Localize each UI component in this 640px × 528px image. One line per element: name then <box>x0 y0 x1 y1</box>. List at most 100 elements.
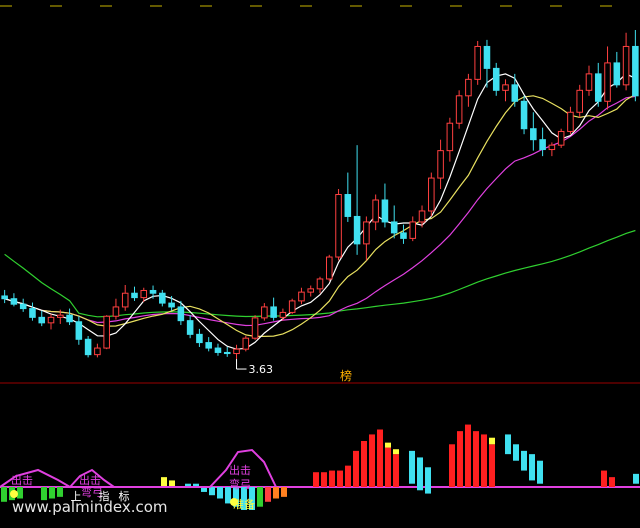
indicator-bar <box>513 444 519 461</box>
candle-up <box>112 306 120 317</box>
candle-down <box>75 321 83 340</box>
indicator-bar <box>161 477 167 487</box>
candle-down <box>223 351 231 355</box>
indicator-bar <box>601 470 607 487</box>
candle-up <box>567 111 574 132</box>
candle-up <box>446 122 454 152</box>
indicator-bar <box>369 434 375 487</box>
candle-up <box>298 291 305 302</box>
indicator-bar <box>393 454 399 487</box>
low-price-annotation: 3.63 <box>249 363 273 376</box>
candle-up <box>94 347 101 356</box>
indicator-bar <box>49 487 55 499</box>
indicator-bar <box>17 487 23 499</box>
indicator-bar <box>425 467 431 494</box>
candle-up <box>604 62 611 102</box>
candle-down <box>159 292 166 304</box>
candle-down <box>530 128 537 141</box>
indicator-annotation: 出击 <box>79 473 101 487</box>
candle-up <box>233 348 240 355</box>
indicator-annotation: 弯弓 <box>229 477 251 491</box>
candle-up <box>316 278 324 290</box>
indicator-bar <box>481 434 487 487</box>
candle-up <box>335 194 342 258</box>
candle-down <box>29 308 36 318</box>
indicator-bar <box>529 454 535 481</box>
candle-down <box>594 73 602 102</box>
candle-down <box>196 333 203 344</box>
candle-up <box>576 89 583 113</box>
candle-up <box>103 315 110 349</box>
candle-up <box>548 144 556 151</box>
candle-up <box>455 95 463 124</box>
candle-up <box>437 150 444 179</box>
candle-down <box>511 84 519 102</box>
indicator-bar <box>265 487 271 502</box>
candle-up <box>502 84 509 91</box>
candle-down <box>344 194 352 217</box>
candle-up <box>261 306 268 319</box>
indicator-bar <box>633 473 639 484</box>
indicator-bar-cap <box>385 442 391 448</box>
candle-up <box>279 311 287 318</box>
candle-up <box>140 289 148 299</box>
indicator-bar <box>337 470 343 487</box>
indicator-bar <box>537 460 543 484</box>
candle-up <box>465 78 472 97</box>
indicator-bar-cap <box>393 449 399 455</box>
indicator-bar <box>57 487 63 497</box>
candle-up <box>372 199 379 223</box>
indicator-bar <box>449 444 455 487</box>
ma-longest-line <box>4 229 636 318</box>
indicator-bar <box>377 429 383 487</box>
indicator-bar <box>329 470 335 487</box>
indicator-bar <box>417 457 423 491</box>
indicator-bar <box>257 487 263 507</box>
watermark-text: www.palmindex.com <box>12 498 168 516</box>
candle-down <box>19 303 27 310</box>
candle-up <box>47 316 55 324</box>
indicator-bar <box>489 444 495 487</box>
candle-down <box>214 347 222 353</box>
indicator-bar <box>385 447 391 487</box>
candle-down <box>632 45 639 97</box>
candle-up <box>585 73 593 91</box>
candle-down <box>131 292 138 299</box>
candle-down <box>613 62 621 86</box>
candle-down <box>38 316 46 324</box>
indicator-bar <box>345 465 351 487</box>
price-panel: 3.63 榜 <box>1 30 639 383</box>
candle-down <box>353 215 361 245</box>
candle-down <box>483 45 491 69</box>
candle-down <box>390 221 398 234</box>
indicator-bar <box>609 477 615 487</box>
candle-up <box>409 221 417 239</box>
candle-up <box>288 300 296 313</box>
candle-down <box>381 199 389 223</box>
candle-up <box>428 177 435 212</box>
indicator-bar <box>457 431 463 487</box>
candle-down <box>520 100 528 130</box>
indicator-bar <box>217 487 223 499</box>
signal-dot-icon <box>230 498 238 506</box>
candle-up <box>121 292 129 308</box>
ma-short-line <box>4 73 636 350</box>
ma-mid-line <box>4 93 636 337</box>
indicator-bar <box>209 487 215 496</box>
indicator-bar <box>313 472 319 487</box>
candle-down <box>492 67 500 91</box>
indicator-annotation: 出击 <box>11 473 33 487</box>
candle-up <box>325 256 333 280</box>
candle-down <box>10 298 18 305</box>
chart-canvas: 3.63 榜 出击 出击出击弯弓弯弓上指标准备 <box>0 5 640 511</box>
indicator-bar <box>273 487 279 499</box>
indicator-bar <box>473 431 479 487</box>
candle-down <box>400 232 407 239</box>
indicator-bar <box>353 450 359 487</box>
candle-down <box>270 306 277 318</box>
indicator-annotation: 出击 <box>229 463 251 477</box>
candle-down <box>1 295 8 300</box>
candle-up <box>418 210 426 223</box>
candle-up <box>557 130 565 146</box>
indicator-bar <box>281 487 287 497</box>
